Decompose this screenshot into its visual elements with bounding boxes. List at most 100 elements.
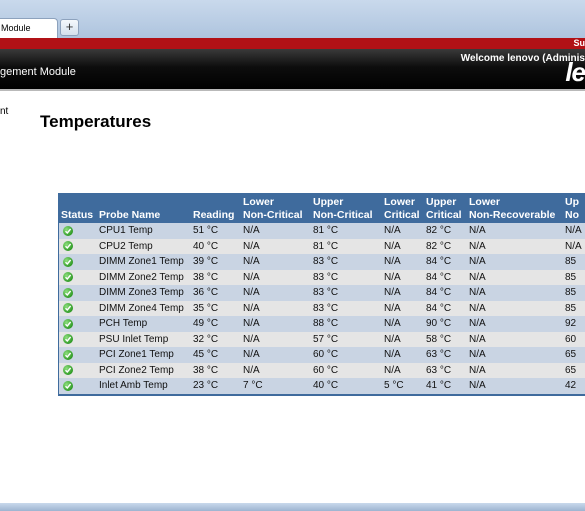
lower-non-recoverable-cell: N/A xyxy=(467,254,563,270)
sidebar-fragment[interactable]: nt xyxy=(0,106,8,117)
lower-non-critical-cell: N/A xyxy=(241,254,311,270)
upper-critical-cell: 90 °C xyxy=(424,316,467,332)
browser-tab-strip: Module + xyxy=(0,0,585,38)
status-cell xyxy=(59,378,97,394)
lower-critical-cell: N/A xyxy=(382,285,424,301)
status-cell xyxy=(59,316,97,332)
column-header-text: No xyxy=(565,209,579,221)
upper-critical-cell: 84 °C xyxy=(424,285,467,301)
probe-name-cell: CPU2 Temp xyxy=(97,238,191,254)
lower-critical-cell: N/A xyxy=(382,269,424,285)
upper-non-critical-cell: 60 °C xyxy=(311,362,382,378)
green-check-circle-icon xyxy=(63,365,73,376)
upper-non-critical-cell: 40 °C xyxy=(311,378,382,394)
reading-cell: 51 °C xyxy=(191,223,241,239)
probe-name-cell: PCI Zone1 Temp xyxy=(97,347,191,363)
column-header-text: Up xyxy=(565,196,579,208)
top-red-bar: Su xyxy=(0,38,585,49)
table-row: Inlet Amb Temp 23 °C 7 °C 40 °C 5 °C 41 °C N/A… xyxy=(59,378,585,394)
column-header: Lower Non-Critical xyxy=(241,194,311,223)
upper-non-recoverable-cell: 42 xyxy=(563,378,585,394)
column-header: Upper Critical xyxy=(424,194,467,223)
table-row: CPU2 Temp 40 °C N/A 81 °C N/A 82 °C N/A N/A xyxy=(59,238,585,254)
column-header: Upper Non-Critical xyxy=(311,194,382,223)
upper-non-critical-cell: 83 °C xyxy=(311,300,382,316)
table-row: PCH Temp 49 °C N/A 88 °C N/A 90 °C N/A 92 xyxy=(59,316,585,332)
lower-non-critical-cell: 7 °C xyxy=(241,378,311,394)
green-check-circle-icon xyxy=(63,303,73,314)
reading-cell: 36 °C xyxy=(191,285,241,301)
lower-critical-cell: 5 °C xyxy=(382,378,424,394)
table-row: DIMM Zone3 Temp 36 °C N/A 83 °C N/A 84 °C N/A 8… xyxy=(59,285,585,301)
app-title: gement Module xyxy=(0,66,76,78)
lower-non-critical-cell: N/A xyxy=(241,238,311,254)
reading-cell: 39 °C xyxy=(191,254,241,270)
green-check-circle-icon xyxy=(63,256,73,267)
column-header-text: Probe Name xyxy=(99,209,161,221)
table-row: PCI Zone2 Temp 38 °C N/A 60 °C N/A 63 °C N/A 65 xyxy=(59,362,585,378)
status-cell xyxy=(59,362,97,378)
upper-non-critical-cell: 83 °C xyxy=(311,254,382,270)
reading-cell: 45 °C xyxy=(191,347,241,363)
column-header: Probe Name xyxy=(97,194,191,223)
upper-critical-cell: 63 °C xyxy=(424,347,467,363)
probe-name-cell: DIMM Zone1 Temp xyxy=(97,254,191,270)
top-red-bar-text[interactable]: Su xyxy=(573,38,585,49)
lower-non-recoverable-cell: N/A xyxy=(467,331,563,347)
lower-non-recoverable-cell: N/A xyxy=(467,300,563,316)
status-cell xyxy=(59,347,97,363)
new-tab-button[interactable]: + xyxy=(60,19,79,36)
upper-critical-cell: 41 °C xyxy=(424,378,467,394)
status-cell xyxy=(59,285,97,301)
column-header-text: Lower xyxy=(243,196,274,208)
probe-name-cell: CPU1 Temp xyxy=(97,223,191,239)
column-header: Status xyxy=(59,194,97,223)
upper-non-recoverable-cell: 92 xyxy=(563,316,585,332)
temperatures-table: Status Probe Name Reading Lower Non-Critical… xyxy=(58,193,585,396)
table-row: DIMM Zone1 Temp 39 °C N/A 83 °C N/A 84 °C N/A 8… xyxy=(59,254,585,270)
column-header-text: Status xyxy=(61,209,94,221)
green-check-circle-icon xyxy=(63,287,73,298)
status-cell xyxy=(59,254,97,270)
probe-name-cell: DIMM Zone3 Temp xyxy=(97,285,191,301)
upper-critical-cell: 84 °C xyxy=(424,269,467,285)
upper-critical-cell: 84 °C xyxy=(424,300,467,316)
status-cell xyxy=(59,223,97,239)
browser-tab[interactable]: Module xyxy=(0,18,58,38)
lower-critical-cell: N/A xyxy=(382,300,424,316)
lower-critical-cell: N/A xyxy=(382,238,424,254)
lower-non-recoverable-cell: N/A xyxy=(467,316,563,332)
column-header: Up No xyxy=(563,194,585,223)
upper-non-recoverable-cell: 85 xyxy=(563,285,585,301)
probe-name-cell: PSU Inlet Temp xyxy=(97,331,191,347)
app-header: gement Module Welcome lenovo (Adminis le xyxy=(0,49,585,91)
browser-bottom-frame xyxy=(0,503,585,511)
table-row: CPU1 Temp 51 °C N/A 81 °C N/A 82 °C N/A N/A xyxy=(59,223,585,239)
column-header-text: Lower xyxy=(384,196,415,208)
lower-non-recoverable-cell: N/A xyxy=(467,362,563,378)
upper-non-recoverable-cell: 65 xyxy=(563,362,585,378)
green-check-circle-icon xyxy=(63,380,73,391)
green-check-circle-icon xyxy=(63,225,73,236)
page-title: Temperatures xyxy=(40,112,152,131)
column-header-text: Critical xyxy=(384,209,420,221)
green-check-circle-icon xyxy=(63,241,73,252)
reading-cell: 38 °C xyxy=(191,362,241,378)
lower-non-recoverable-cell: N/A xyxy=(467,223,563,239)
lower-non-recoverable-cell: N/A xyxy=(467,238,563,254)
column-header: Lower Critical xyxy=(382,194,424,223)
status-cell xyxy=(59,269,97,285)
upper-critical-cell: 58 °C xyxy=(424,331,467,347)
lower-non-critical-cell: N/A xyxy=(241,331,311,347)
upper-non-recoverable-cell: 85 xyxy=(563,300,585,316)
column-header-text: Non-Recoverable xyxy=(469,209,556,221)
lower-critical-cell: N/A xyxy=(382,362,424,378)
lower-non-critical-cell: N/A xyxy=(241,362,311,378)
lower-critical-cell: N/A xyxy=(382,223,424,239)
reading-cell: 35 °C xyxy=(191,300,241,316)
table-row: DIMM Zone4 Temp 35 °C N/A 83 °C N/A 84 °C N/A 8… xyxy=(59,300,585,316)
lower-critical-cell: N/A xyxy=(382,331,424,347)
probe-name-cell: PCH Temp xyxy=(97,316,191,332)
upper-non-critical-cell: 83 °C xyxy=(311,285,382,301)
column-header-text: Reading xyxy=(193,209,235,221)
